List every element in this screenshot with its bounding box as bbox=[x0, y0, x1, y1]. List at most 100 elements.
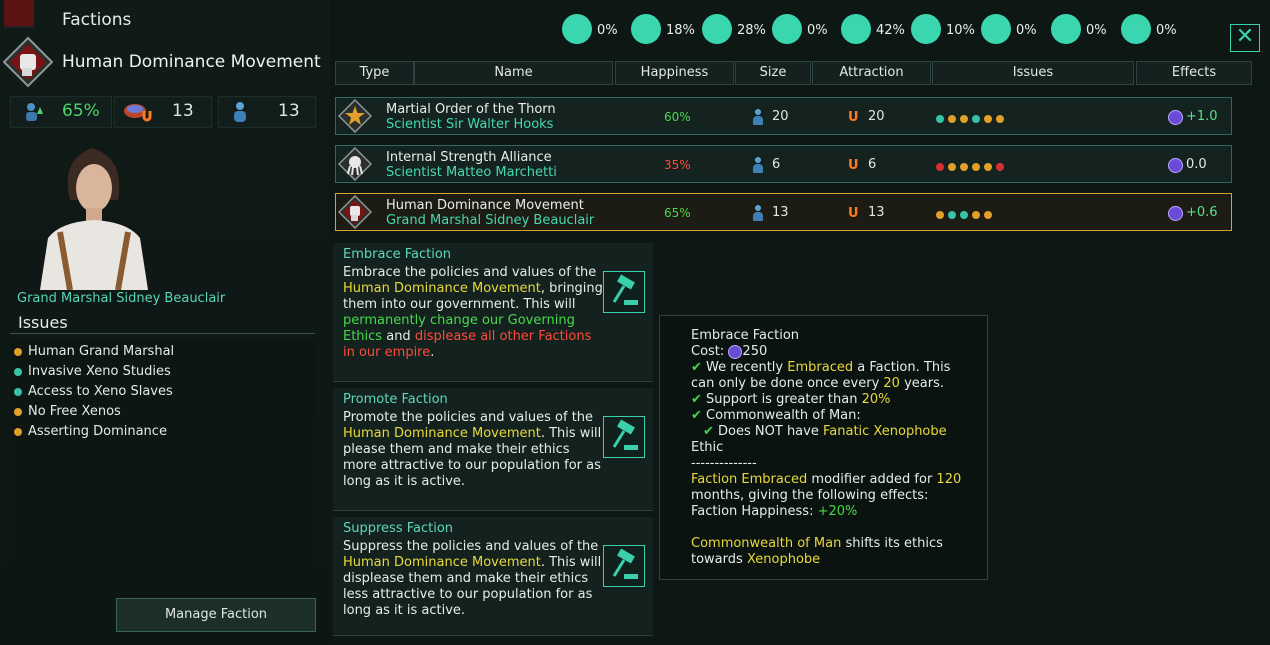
pop-icon bbox=[752, 157, 764, 173]
tooltip-line: ✔ We recently Embraced a Faction. This bbox=[691, 360, 951, 375]
ethic-spiritualist-icon bbox=[772, 14, 802, 44]
attraction-value: 20 bbox=[868, 109, 885, 124]
divider bbox=[10, 333, 315, 334]
promote-gavel-button[interactable] bbox=[603, 416, 645, 458]
pops-value: 13 bbox=[278, 101, 300, 121]
suppress-faction-title: Suppress Faction bbox=[343, 521, 454, 536]
column-header-size[interactable]: Size bbox=[735, 61, 811, 85]
issues-heading: Issues bbox=[18, 313, 68, 332]
tooltip-line: ✔ Does NOT have Fanatic Xenophobe bbox=[703, 424, 947, 439]
embrace-faction-title: Embrace Faction bbox=[343, 247, 452, 262]
issue-dot-icon bbox=[14, 387, 22, 396]
column-header-issues[interactable]: Issues bbox=[932, 61, 1134, 85]
ethic-militarist-icon bbox=[841, 14, 871, 44]
happiness-value: 65% bbox=[664, 206, 691, 220]
martial-order-icon bbox=[338, 99, 372, 133]
tooltip-title: Embrace Faction bbox=[691, 328, 800, 343]
faction-name: Internal Strength Alliance bbox=[386, 150, 552, 165]
column-header-name[interactable]: Name bbox=[414, 61, 613, 85]
influence-icon bbox=[1168, 158, 1183, 173]
faction-name: Martial Order of the Thorn bbox=[386, 102, 556, 117]
promote-faction-description: Promote the policies and values of the H… bbox=[343, 410, 602, 489]
table-row[interactable]: Internal Strength Alliance Scientist Mat… bbox=[335, 145, 1232, 183]
pop-icon bbox=[752, 109, 764, 125]
attraction-icon: U bbox=[848, 110, 859, 125]
attraction-icon: U bbox=[848, 158, 859, 173]
tooltip-line: Faction Embraced modifier added for 120 bbox=[691, 472, 962, 487]
suppress-faction-description: Suppress the policies and values of the … bbox=[343, 539, 602, 618]
pop-icon bbox=[234, 102, 246, 122]
suppress-gavel-button[interactable] bbox=[603, 545, 645, 587]
manage-faction-button[interactable]: Manage Faction bbox=[116, 598, 316, 632]
table-row[interactable]: Human Dominance Movement Grand Marshal S… bbox=[335, 193, 1232, 231]
influence-icon bbox=[1168, 206, 1183, 221]
column-header-type[interactable]: Type bbox=[335, 61, 414, 85]
support-icon bbox=[124, 104, 152, 122]
ethic-xenophobe-icon bbox=[562, 14, 592, 44]
attraction-value: 6 bbox=[868, 157, 877, 172]
faction-title: Human Dominance Movement bbox=[62, 52, 321, 72]
check-icon: ✔ bbox=[703, 424, 714, 439]
happiness-icon bbox=[26, 103, 43, 121]
list-item: Asserting Dominance bbox=[14, 424, 167, 439]
list-item: Access to Xeno Slaves bbox=[14, 384, 173, 399]
close-button[interactable]: ✕ bbox=[1230, 24, 1260, 52]
ethic-authoritarian-icon bbox=[981, 14, 1011, 44]
faction-name: Human Dominance Movement bbox=[386, 198, 584, 213]
column-header-happiness[interactable]: Happiness bbox=[615, 61, 734, 85]
embrace-faction-panel: Embrace Faction Embrace the policies and… bbox=[333, 243, 653, 382]
issue-dot-icon bbox=[14, 427, 22, 436]
ethic-pacifist-icon bbox=[911, 14, 941, 44]
ethic-materialist-icon bbox=[702, 14, 732, 44]
effect-value: 0.0 bbox=[1186, 157, 1207, 172]
size-value: 13 bbox=[772, 205, 789, 220]
issue-dot-icon bbox=[14, 407, 22, 416]
embrace-gavel-button[interactable] bbox=[603, 271, 645, 313]
issue-dots bbox=[936, 208, 996, 223]
tooltip-line: towards Xenophobe bbox=[691, 552, 821, 567]
tooltip-cost: Cost: 250 bbox=[691, 344, 768, 359]
effect-value: +0.6 bbox=[1186, 205, 1218, 220]
list-item: Human Grand Marshal bbox=[14, 344, 174, 359]
tooltip-line: Faction Happiness: +20% bbox=[691, 504, 858, 519]
promote-faction-title: Promote Faction bbox=[343, 392, 448, 407]
size-value: 6 bbox=[772, 157, 781, 172]
tooltip-line: ✔ Support is greater than 20% bbox=[691, 392, 891, 407]
influence-icon bbox=[728, 344, 743, 359]
faction-leader: Scientist Matteo Marchetti bbox=[386, 165, 557, 180]
leader-portrait bbox=[40, 148, 148, 290]
tooltip-line: Ethic bbox=[691, 440, 724, 455]
internal-strength-icon bbox=[338, 147, 372, 181]
table-row[interactable]: Martial Order of the Thorn Scientist Sir… bbox=[335, 97, 1232, 135]
promote-faction-panel: Promote Faction Promote the policies and… bbox=[333, 388, 653, 511]
fist-icon bbox=[2, 36, 54, 88]
ethic-egalitarian-icon bbox=[631, 14, 661, 44]
check-icon: ✔ bbox=[691, 392, 702, 407]
faction-leader: Scientist Sir Walter Hooks bbox=[386, 117, 554, 132]
attraction-value: 13 bbox=[868, 205, 885, 220]
fist-icon bbox=[338, 195, 372, 229]
embrace-faction-description: Embrace the policies and values of the H… bbox=[343, 265, 603, 360]
leader-name: Grand Marshal Sidney Beauclair bbox=[17, 291, 226, 306]
happiness-value: 35% bbox=[664, 158, 691, 172]
tooltip-line: can only be done once every 20 years. bbox=[691, 376, 944, 391]
ethic-xenophile-icon bbox=[1051, 14, 1081, 44]
tooltip-line: Commonwealth of Man shifts its ethics bbox=[691, 536, 943, 551]
size-value: 20 bbox=[772, 109, 789, 124]
list-item: No Free Xenos bbox=[14, 404, 121, 419]
tooltip-line: ✔ Commonwealth of Man: bbox=[691, 408, 861, 423]
happiness-value: 60% bbox=[664, 110, 691, 124]
influence-icon bbox=[1168, 110, 1183, 125]
column-header-effects[interactable]: Effects bbox=[1136, 61, 1252, 85]
embrace-faction-tooltip: Embrace Faction Cost: 250 ✔ We recently … bbox=[659, 315, 988, 580]
attraction-icon: U bbox=[848, 206, 859, 221]
pop-icon bbox=[752, 205, 764, 221]
issue-dot-icon bbox=[14, 367, 22, 376]
issue-dots bbox=[936, 160, 1008, 175]
column-header-attraction[interactable]: Attraction bbox=[812, 61, 931, 85]
faction-leader: Grand Marshal Sidney Beauclair bbox=[386, 213, 595, 228]
tooltip-separator: -------------- bbox=[691, 456, 757, 471]
empire-emblem bbox=[4, 0, 34, 28]
check-icon: ✔ bbox=[691, 408, 702, 423]
issue-dot-icon bbox=[14, 347, 22, 356]
